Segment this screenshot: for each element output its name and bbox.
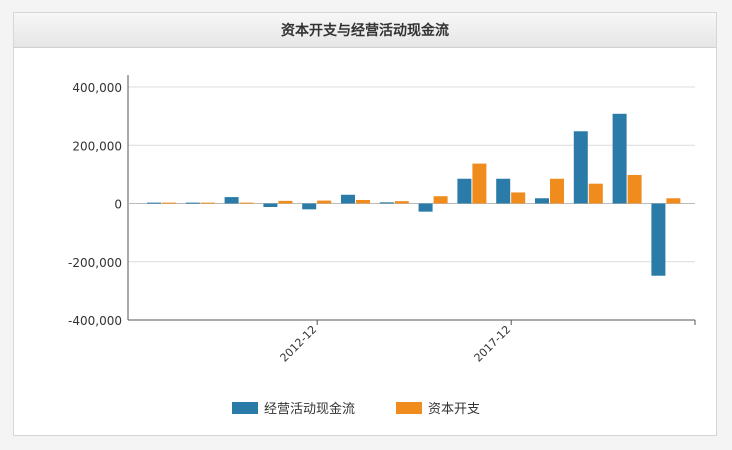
bar: [379, 202, 394, 204]
bar: [356, 200, 370, 204]
bar-chart: 400,000 200,000 0 -200,000 -400,000 2012-12 20…: [68, 75, 696, 417]
y-tick-label: 400,000: [72, 81, 122, 95]
bar: [627, 174, 642, 204]
bar: [651, 203, 666, 276]
bar: [418, 203, 433, 212]
y-tick-label: 200,000: [72, 139, 122, 153]
bar: [496, 178, 511, 204]
x-tick-label: 2012-12: [278, 323, 320, 365]
bar: [185, 202, 200, 204]
bar: [263, 203, 278, 207]
bar: [457, 178, 472, 204]
x-tick-label: 2017-12: [472, 323, 514, 365]
bar: [147, 202, 161, 204]
bar: [278, 200, 293, 204]
y-tick-label: 0: [114, 198, 122, 212]
bar: [239, 202, 254, 204]
bar: [666, 198, 681, 204]
bar: [200, 202, 215, 204]
bar: [394, 201, 409, 204]
bar: [511, 192, 526, 204]
bar: [535, 198, 549, 204]
legend-swatch: [232, 402, 258, 414]
bar: [588, 183, 603, 204]
y-tick-label: -200,000: [68, 256, 122, 270]
y-tick-label: -400,000: [68, 314, 122, 328]
bar: [550, 178, 564, 204]
bar: [224, 197, 239, 204]
bar: [472, 163, 487, 204]
bar: [302, 203, 317, 210]
bar: [573, 131, 588, 204]
legend-label: 经营活动现金流: [264, 401, 355, 417]
bar: [433, 196, 448, 204]
legend-label: 资本开支: [428, 402, 480, 417]
bar: [341, 194, 355, 204]
bar: [317, 200, 332, 204]
bar: [162, 202, 176, 204]
legend-swatch: [396, 402, 422, 414]
bar: [612, 113, 627, 204]
